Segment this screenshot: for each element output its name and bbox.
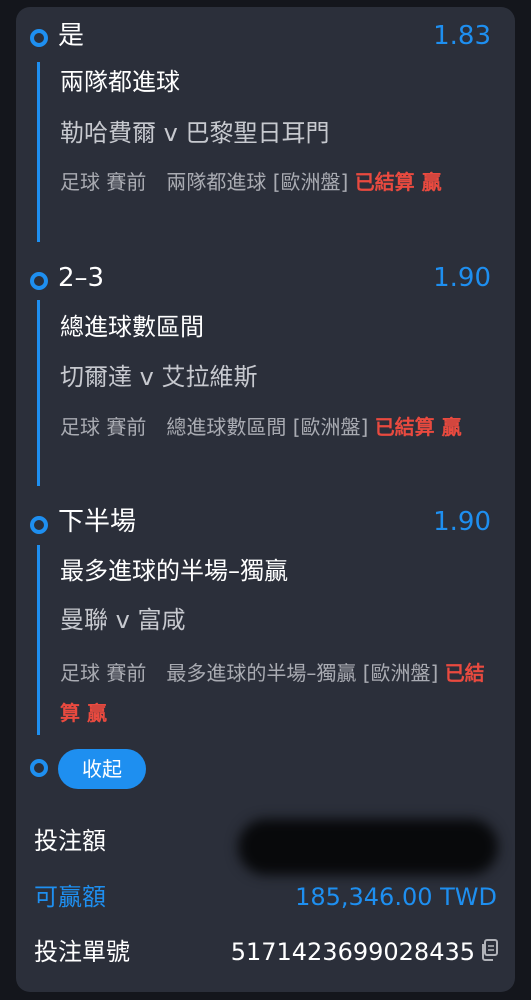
leg-match: 勒哈費爾 v 巴黎聖日耳門: [60, 119, 330, 147]
leg-detail-text: 足球 賽前 兩隊都進球 [歐洲盤]: [60, 170, 355, 194]
leg-line: [37, 300, 40, 486]
leg-detail-text: 足球 賽前 總進球數區間 [歐洲盤]: [60, 415, 375, 439]
bet-id-group: 5171423699028435: [231, 936, 499, 969]
leg-market: 最多進球的半場–獨贏: [60, 557, 288, 585]
potential-win-value: 185,346.00 TWD: [295, 883, 497, 911]
copy-icon[interactable]: [481, 937, 499, 969]
stake-label: 投注額: [34, 827, 106, 855]
leg-match: 切爾達 v 艾拉維斯: [60, 363, 258, 391]
bet-id-value: 5171423699028435: [230, 938, 475, 966]
leg-detail: 足球 賽前 總進球數區間 [歐洲盤] 已結算 贏: [60, 407, 492, 447]
leg-odds: 1.90: [433, 507, 491, 537]
leg-match: 曼聯 v 富咸: [60, 606, 186, 634]
leg-market: 兩隊都進球: [60, 68, 180, 96]
leg-dot-icon: [30, 272, 48, 290]
leg-odds: 1.83: [433, 21, 491, 51]
bet-id-label: 投注單號: [34, 938, 130, 966]
leg-detail: 足球 賽前 最多進球的半場–獨贏 [歐洲盤] 已結算 贏: [60, 653, 492, 733]
leg-status: 已結算 贏: [354, 170, 442, 194]
collapse-dot-icon: [30, 759, 48, 777]
stake-redacted: [238, 819, 498, 875]
leg-selection: 是: [58, 21, 85, 51]
leg-detail: 足球 賽前 兩隊都進球 [歐洲盤] 已結算 贏: [60, 162, 492, 202]
leg-odds: 1.90: [433, 263, 491, 293]
leg-dot-icon: [30, 29, 48, 47]
collapse-button[interactable]: 收起: [58, 749, 146, 789]
leg-market: 總進球數區間: [60, 313, 204, 341]
bet-slip-card: 是 1.83 兩隊都進球 勒哈費爾 v 巴黎聖日耳門 足球 賽前 兩隊都進球 […: [16, 7, 515, 992]
leg-selection: 2–3: [58, 263, 105, 293]
potential-win-label: 可贏額: [34, 883, 106, 911]
leg-selection: 下半場: [58, 507, 137, 537]
leg-line: [37, 62, 40, 242]
leg-dot-icon: [30, 516, 48, 534]
leg-status: 已結算 贏: [374, 415, 462, 439]
leg-detail-text: 足球 賽前 最多進球的半場–獨贏 [歐洲盤]: [60, 661, 445, 685]
leg-line: [37, 545, 40, 735]
